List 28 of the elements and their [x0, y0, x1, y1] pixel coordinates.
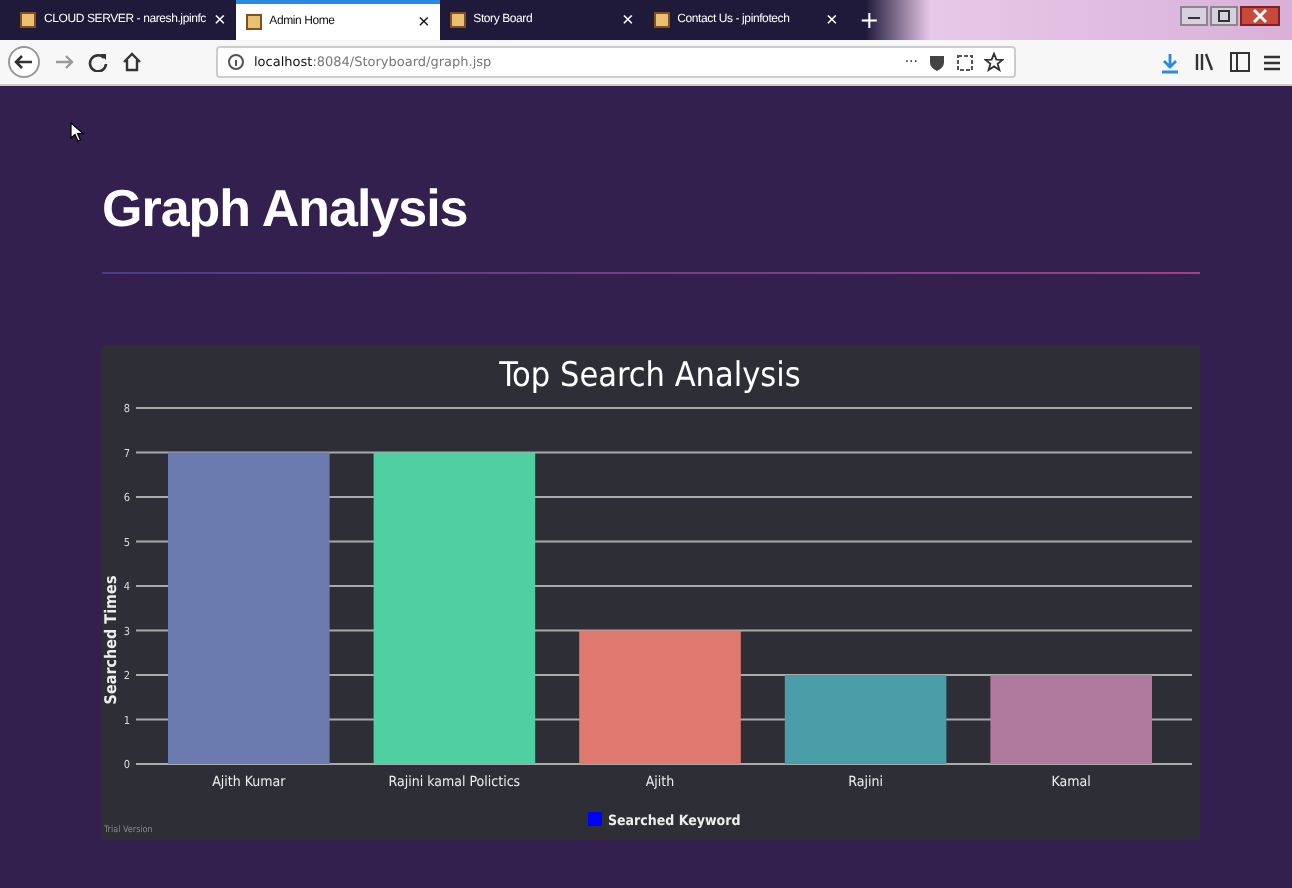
forward-icon[interactable]	[54, 52, 74, 72]
close-icon[interactable]	[1240, 6, 1280, 26]
page-icon	[449, 12, 466, 28]
library-icon[interactable]	[1194, 52, 1216, 72]
sidebar-icon[interactable]	[1230, 52, 1250, 72]
y-axis-title: Searched Times	[102, 575, 120, 705]
close-icon[interactable]: ×	[826, 9, 838, 31]
close-icon[interactable]: ×	[418, 11, 430, 33]
page-icon	[20, 12, 36, 28]
reload-icon[interactable]	[88, 52, 108, 72]
close-icon[interactable]: ×	[622, 9, 634, 31]
home-icon[interactable]	[122, 52, 142, 72]
chart-title: Top Search Analysis	[499, 356, 801, 396]
page-heading: Graph Analysis	[102, 176, 470, 240]
download-icon[interactable]	[1160, 51, 1180, 73]
maximize-icon[interactable]	[1210, 6, 1238, 26]
info-icon	[228, 54, 244, 70]
page-icon	[245, 14, 262, 30]
star-icon[interactable]	[984, 52, 1004, 72]
shield-icon[interactable]	[928, 53, 946, 71]
screenshot-icon[interactable]	[956, 53, 974, 71]
menu-icon[interactable]	[1264, 53, 1280, 71]
back-icon[interactable]	[8, 46, 40, 78]
close-icon[interactable]: ×	[214, 9, 226, 31]
minimize-icon[interactable]	[1180, 6, 1208, 26]
cursor-icon	[70, 122, 84, 142]
page-icon	[653, 12, 670, 28]
new-tab-button[interactable]: +	[847, 6, 892, 34]
